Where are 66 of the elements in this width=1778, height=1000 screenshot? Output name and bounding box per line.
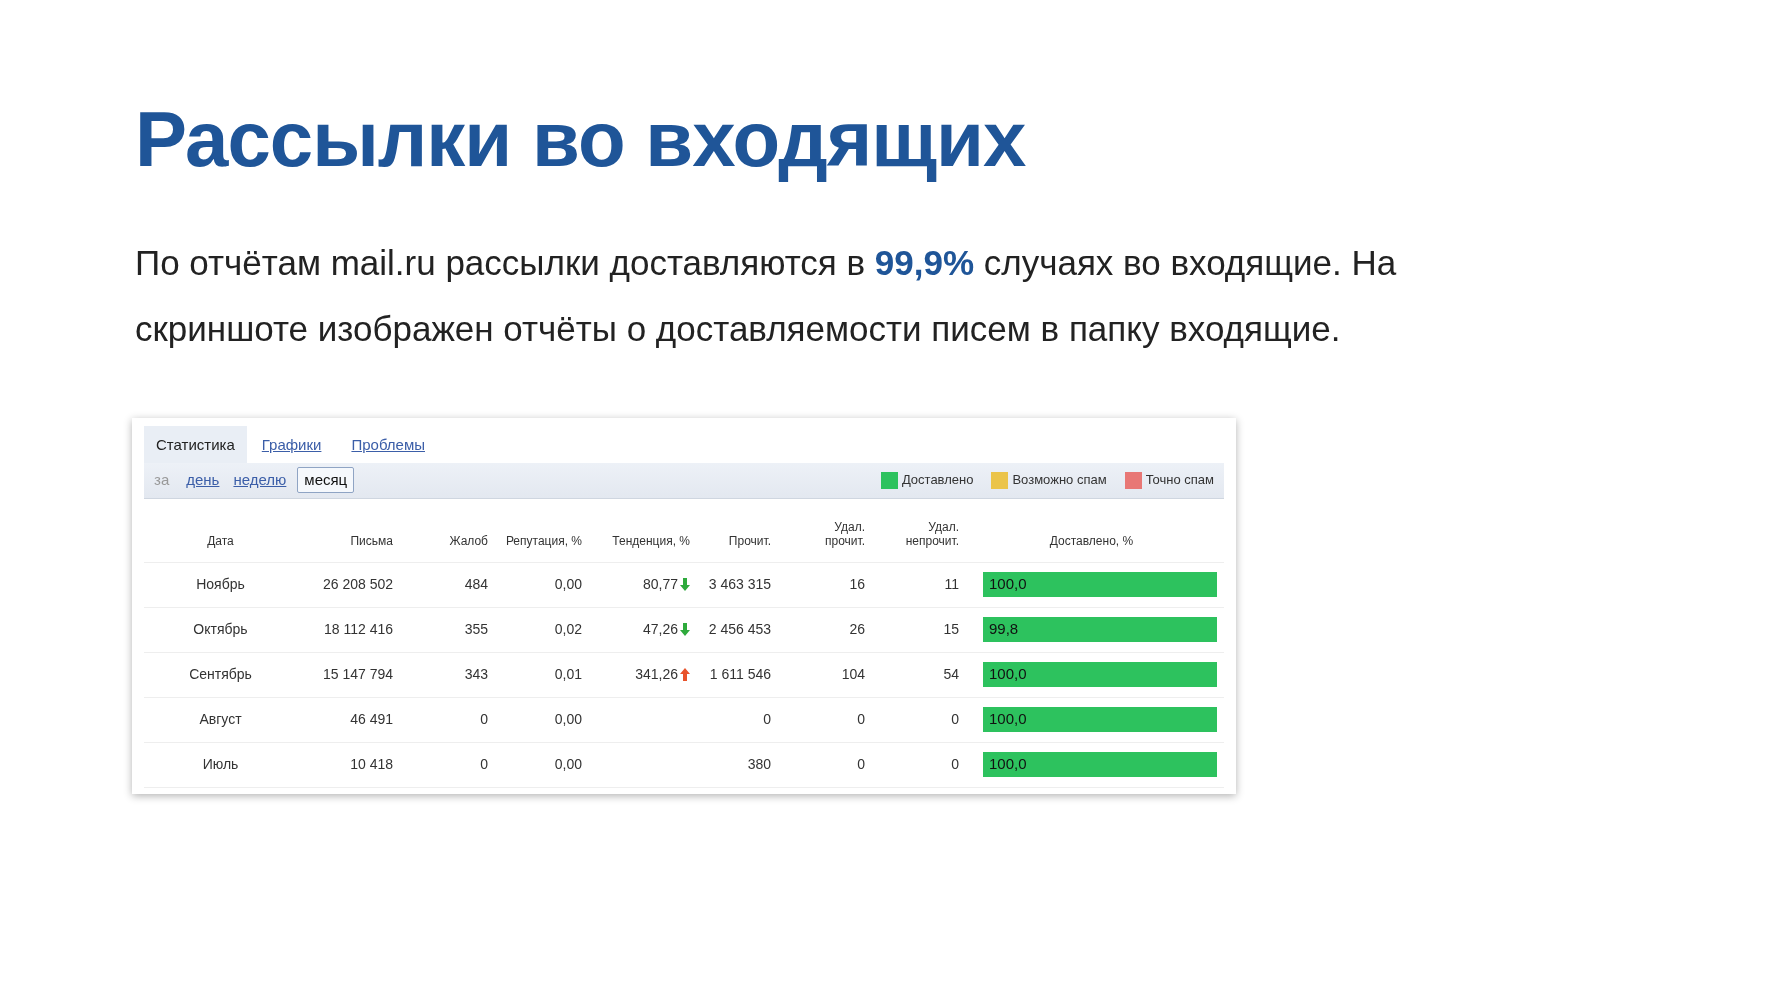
table-cell-text: 0,00: [553, 710, 583, 729]
column-header: Тенденция, %: [611, 533, 691, 548]
tab[interactable]: Графики: [246, 426, 337, 463]
table-cell-text: 26: [848, 620, 866, 639]
up-arrow-icon: [680, 668, 690, 681]
table-cell-text: Октябрь: [192, 620, 249, 639]
table-cell-text: 2 456 453: [707, 620, 772, 639]
tab[interactable]: Статистика: [144, 426, 247, 463]
table-cell-text: 15: [942, 620, 960, 639]
table-cell-text: 0: [950, 710, 960, 729]
table-cell-text: 0,00: [553, 755, 583, 774]
period-label: за: [154, 469, 170, 490]
column-header: Репутация, %: [504, 533, 583, 548]
table-cell-text: 0: [479, 755, 489, 774]
period-option[interactable]: месяц: [297, 466, 355, 494]
table-cell-text: 104: [840, 665, 866, 684]
column-header: Прочит.: [727, 533, 772, 548]
table-cell-text: 343: [463, 665, 489, 684]
table-cell-text: 80,77: [642, 575, 678, 594]
table-cell-text: 47,26: [642, 620, 678, 639]
table-cell-text: Ноябрь: [195, 575, 246, 594]
table-cell-text: 355: [463, 620, 489, 639]
table-cell-text: 484: [463, 575, 489, 594]
tab[interactable]: Проблемы: [336, 426, 440, 463]
table-cell-text: 0,01: [553, 665, 583, 684]
table-cell-text: 341,26: [635, 665, 678, 684]
table-cell-text: Июль: [201, 755, 240, 774]
table-cell-text: 3 463 315: [707, 575, 772, 594]
delivery-value: 100,0: [989, 575, 1028, 593]
delivery-value: 100,0: [989, 755, 1028, 773]
table-cell-text: 0: [856, 710, 866, 729]
column-header: Дата: [206, 533, 235, 548]
column-header: Доставлено, %: [1048, 533, 1135, 548]
delivery-value: 100,0: [989, 665, 1028, 683]
column-header: Письма: [349, 533, 394, 548]
table-cell-text: Август: [198, 710, 243, 729]
table-cell-text: Сентябрь: [188, 665, 253, 684]
table-cell-text: 54: [942, 665, 960, 684]
table-cell-text: 16: [848, 575, 866, 594]
table-cell-text: 0: [856, 755, 866, 774]
table-cell-text: 380: [746, 755, 772, 774]
delivery-value: 99,8: [989, 620, 1020, 638]
period-option[interactable]: день: [183, 468, 223, 492]
column-header: Удал. прочит.: [823, 519, 866, 548]
slide-paragraph: По отчётам mail.ru рассылки доставляются в 99,9% случаях во входящие. На скриншоте изображен отчёты о доставляемости писем в папку входящие.: [135, 242, 1398, 350]
legend-label: Доставлено: [901, 471, 974, 490]
table-cell-text: 0: [479, 710, 489, 729]
table-cell-text: 15 147 794: [321, 665, 394, 684]
table-cell-text: 1 611 546: [708, 665, 772, 684]
down-arrow-icon: [680, 623, 690, 636]
legend-label: Возможно спам: [1012, 471, 1107, 490]
legend-label: Точно спам: [1145, 471, 1214, 490]
period-option[interactable]: неделю: [230, 468, 290, 492]
table-cell-text: 26 208 502: [321, 575, 394, 594]
table-cell-text: 11: [943, 575, 960, 594]
table-cell-text: 0: [762, 710, 772, 729]
column-header: Удал. непрочит.: [904, 519, 960, 548]
table-cell-text: 0,02: [553, 620, 583, 639]
table-cell-text: 46 491: [349, 710, 394, 729]
down-arrow-icon: [680, 578, 690, 591]
table-cell-text: 0,00: [553, 575, 583, 594]
column-header: Жалоб: [448, 533, 489, 548]
table-cell-text: 0: [950, 755, 960, 774]
table-cell-text: 10 418: [349, 755, 394, 774]
table-cell-text: 18 112 416: [322, 620, 394, 639]
delivery-value: 100,0: [989, 710, 1028, 728]
